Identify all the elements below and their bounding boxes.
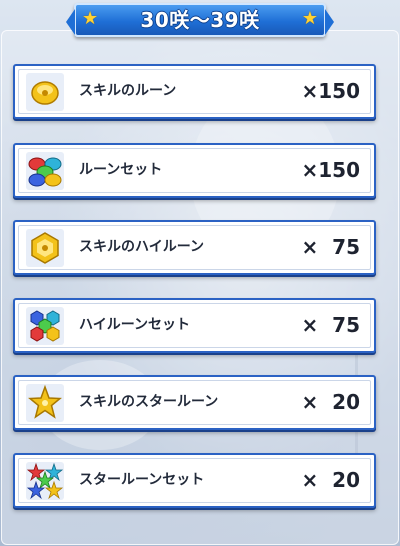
- star-icon: ★: [301, 8, 318, 29]
- tier-header: ★ 30咲～39咲 ★: [66, 3, 334, 37]
- reward-row-high-rune-set[interactable]: ハイルーンセット × 75: [13, 298, 376, 353]
- high-rune-set-icon: [25, 306, 65, 346]
- star-rune-icon: [25, 383, 65, 423]
- reward-label: ハイルーンセット: [79, 317, 191, 333]
- reward-row-skill-high-rune[interactable]: スキルのハイルーン × 75: [13, 220, 376, 275]
- header-title: 30咲～39咲: [140, 8, 260, 32]
- reward-label: ルーンセット: [79, 162, 163, 178]
- high-rune-icon: [25, 228, 65, 268]
- reward-row-star-rune-set[interactable]: スタールーンセット × 20: [13, 453, 376, 508]
- reward-quantity: × 20: [301, 390, 360, 414]
- reward-label: スキルのスタールーン: [79, 394, 219, 410]
- reward-label: スキルのルーン: [79, 83, 177, 99]
- rune-icon: [25, 72, 65, 112]
- reward-quantity: ×150: [301, 79, 360, 103]
- reward-quantity: ×150: [301, 158, 360, 182]
- reward-row-skill-rune[interactable]: スキルのルーン ×150: [13, 64, 376, 119]
- reward-quantity: × 75: [301, 235, 360, 259]
- star-rune-set-icon: [25, 461, 65, 501]
- reward-row-skill-star-rune[interactable]: スキルのスタールーン × 20: [13, 375, 376, 430]
- reward-label: スキルのハイルーン: [79, 239, 205, 255]
- rune-set-icon: [25, 151, 65, 191]
- reward-label: スタールーンセット: [79, 472, 205, 488]
- reward-quantity: × 20: [301, 468, 360, 492]
- reward-row-rune-set[interactable]: ルーンセット ×150: [13, 143, 376, 198]
- reward-quantity: × 75: [301, 313, 360, 337]
